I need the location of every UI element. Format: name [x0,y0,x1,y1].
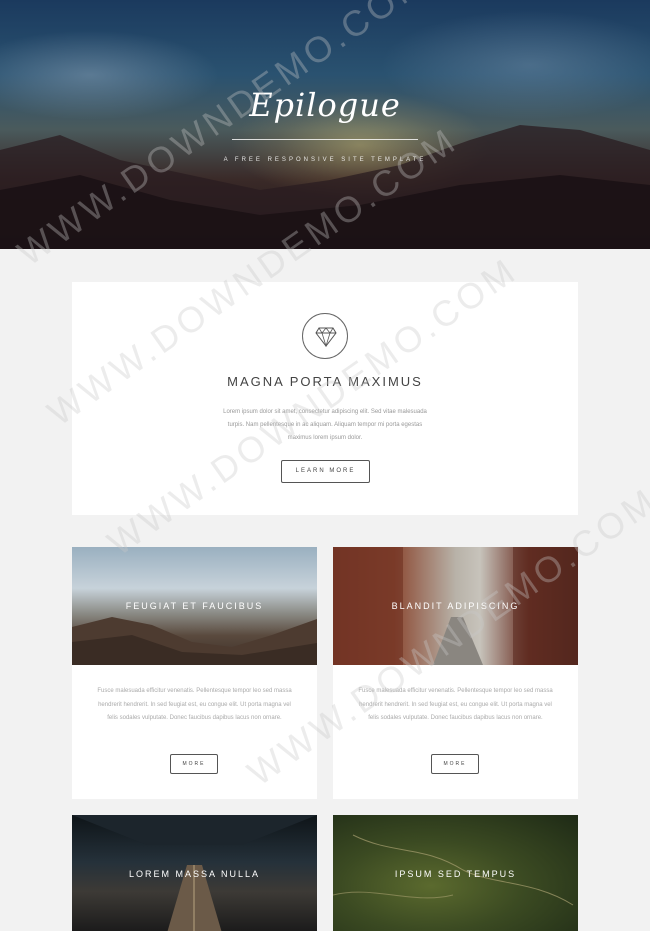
card-ipsum: IPSUM SED TEMPUS [333,815,578,931]
card-text: Fusce malesuada efficitur venenatis. Pel… [358,688,553,721]
card-image[interactable]: BLANDIT ADIPISCING [333,547,578,665]
diamond-icon [302,313,348,359]
hero-header: Epilogue A FREE RESPONSIVE SITE TEMPLATE [0,0,650,249]
more-button[interactable]: MORE [431,754,479,774]
card-text: Fusce malesuada efficitur venenatis. Pel… [97,688,292,721]
card-image[interactable]: LOREM MASSA NULLA [72,815,317,931]
site-logo[interactable]: Epilogue [0,86,650,124]
intro-title: MAGNA PORTA MAXIMUS [227,374,423,389]
learn-more-button[interactable]: LEARN MORE [281,460,370,483]
card-image[interactable]: IPSUM SED TEMPUS [333,815,578,931]
logo-divider [232,139,418,140]
card-title: LOREM MASSA NULLA [128,869,261,879]
card-title: IPSUM SED TEMPUS [394,869,517,879]
card-title: FEUGIAT ET FAUCIBUS [125,601,264,611]
mountain-silhouette [0,125,650,249]
intro-text: Lorem ipsum dolor sit amet, consectetur … [223,409,427,441]
card-blandit: BLANDIT ADIPISCING Fusce malesuada effic… [333,547,578,799]
site-tagline: A FREE RESPONSIVE SITE TEMPLATE [223,157,427,163]
more-button[interactable]: MORE [170,754,218,774]
card-feugiat: FEUGIAT ET FAUCIBUS Fusce malesuada effi… [72,547,317,799]
card-image[interactable]: FEUGIAT ET FAUCIBUS [72,547,317,665]
card-lorem: LOREM MASSA NULLA [72,815,317,931]
intro-panel: MAGNA PORTA MAXIMUS Lorem ipsum dolor si… [72,282,578,515]
card-title: BLANDIT ADIPISCING [391,601,520,611]
